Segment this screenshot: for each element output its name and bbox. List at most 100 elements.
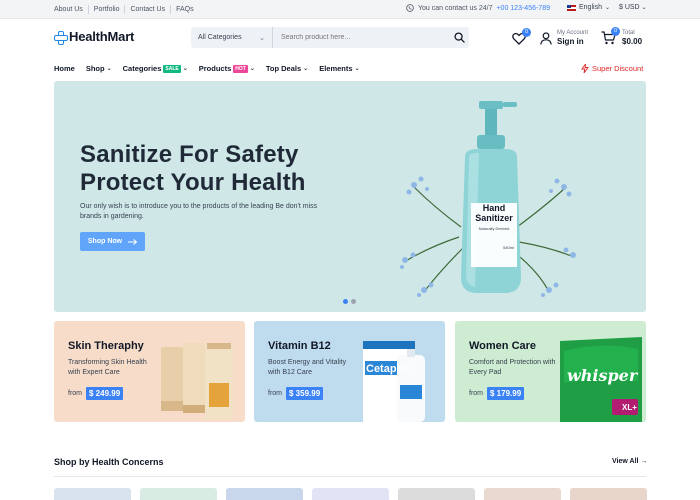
carousel-dot[interactable]: [343, 299, 348, 304]
view-all-link[interactable]: View All →: [612, 458, 647, 465]
sale-tag: SALE: [163, 64, 181, 73]
language-selector[interactable]: English ⌄: [567, 4, 610, 11]
promo-from: from: [68, 390, 82, 397]
currency-label: $ USD: [619, 4, 640, 11]
search-input[interactable]: [273, 34, 449, 41]
chevron-down-icon: ⌄: [182, 66, 188, 72]
search-bar: All Categories ⌄: [191, 27, 469, 48]
shop-now-label: Shop Now: [87, 238, 123, 245]
carousel-dots: [343, 299, 356, 304]
section-divider: [54, 476, 646, 477]
bottle-label-line3: Naturally Derived: [478, 226, 510, 231]
wishlist-count-badge: 0: [522, 28, 531, 37]
hero-title-line2: Protect Your Health: [80, 169, 306, 196]
top-link-portfolio[interactable]: Portfolio: [89, 5, 126, 14]
concern-thumbnail[interactable]: [570, 488, 647, 500]
nav-label: Shop: [85, 64, 105, 73]
arrow-right-icon: →: [640, 458, 648, 465]
top-links: About Us Portfolio Contact Us FAQs: [54, 5, 199, 14]
promo-from: from: [268, 390, 282, 397]
bottle-label-line2: Sanitizer: [475, 213, 513, 223]
hero-text: Our only wish is to introduce you to the…: [80, 203, 318, 220]
sign-in-link[interactable]: Sign in: [557, 37, 588, 47]
cart-count-badge: 0: [611, 27, 620, 36]
section-title: Shop by Health Concerns: [54, 457, 164, 467]
concern-thumbnail[interactable]: [312, 488, 389, 500]
hero-title: Sanitize For Safety Protect Your Health: [80, 141, 306, 197]
logo[interactable]: HealthMart: [54, 29, 135, 45]
chevron-down-icon: ⌄: [259, 34, 265, 42]
concern-thumbnail[interactable]: [226, 488, 303, 500]
super-discount-label: Super Discount: [592, 64, 644, 73]
nav-item-categories[interactable]: Categories SALE ⌄: [123, 64, 188, 73]
cart-total-label: Total: [622, 30, 635, 36]
bottle-label-line1: Hand: [482, 203, 506, 213]
us-flag-icon: [567, 4, 576, 11]
nav-label: Categories: [122, 64, 162, 73]
nav-item-top-deals[interactable]: Top Deals ⌄: [266, 64, 308, 73]
logo-text: HealthMart: [69, 29, 135, 44]
concern-thumbnail[interactable]: [54, 488, 131, 500]
cart-total-value: $0.00: [622, 37, 643, 46]
contact-info: You can contact us 24/7 +00 123-456-789: [406, 4, 550, 12]
concern-thumbnail[interactable]: [398, 488, 475, 500]
promo-card-women[interactable]: Women Care Comfort and Protection with E…: [455, 321, 646, 422]
search-category-label: All Categories: [198, 34, 242, 41]
promo-from: from: [469, 390, 483, 397]
chevron-down-icon: ⌄: [354, 66, 360, 72]
account-link[interactable]: My Account Sign in: [540, 29, 588, 47]
bottle-label: Hand Sanitizer Naturally Derived 540ml: [471, 203, 517, 250]
promo-price: $ 179.99: [487, 387, 525, 400]
chevron-down-icon: ⌄: [303, 66, 309, 72]
promo-card-vitamin[interactable]: Vitamin B12 Boost Energy and Vitality wi…: [254, 321, 445, 422]
hero-title-line1: Sanitize For Safety: [80, 141, 299, 168]
promo-title: Skin Theraphy: [68, 340, 144, 352]
promo-title: Vitamin B12: [268, 340, 331, 352]
top-link-contact[interactable]: Contact Us: [125, 5, 172, 14]
chevron-down-icon: ⌄: [641, 5, 647, 11]
skin-cream-products-image: [161, 343, 233, 419]
hand-sanitizer-bottle-image: [400, 101, 576, 297]
promo-desc: Boost Energy and Vitality with B12 Care: [268, 359, 347, 376]
carousel-dot[interactable]: [351, 299, 356, 304]
arrow-right-icon: [128, 238, 138, 245]
account-label: My Account: [557, 30, 589, 36]
nav-label: Top Deals: [265, 64, 302, 73]
nav-item-elements[interactable]: Elements ⌄: [319, 64, 359, 73]
hero-banner: Sanitize For Safety Protect Your Health …: [54, 81, 646, 312]
cross-logo-icon: [54, 30, 68, 45]
promo-price-row: from $ 179.99: [469, 387, 525, 400]
shop-now-button[interactable]: Shop Now: [80, 232, 145, 251]
language-label: English: [579, 4, 602, 11]
nav-item-home[interactable]: Home: [54, 64, 75, 73]
hot-tag: HOT: [233, 64, 248, 73]
nav-item-products[interactable]: Products HOT ⌄: [199, 64, 255, 73]
phone-number[interactable]: +00 123-456-789: [496, 5, 550, 12]
super-discount-link[interactable]: Super Discount: [581, 64, 643, 73]
pack-size-label: XL+: [622, 403, 637, 412]
chevron-down-icon: ⌄: [106, 66, 112, 72]
bottle-volume: 540ml: [503, 245, 514, 250]
user-icon: [540, 31, 552, 45]
currency-selector[interactable]: $ USD ⌄: [619, 4, 647, 11]
concern-thumbnail[interactable]: [484, 488, 561, 500]
promo-desc: Comfort and Protection with Every Pad: [469, 359, 556, 376]
cart-button[interactable]: 0 Total $0.00: [601, 27, 643, 47]
promo-price-row: from $ 249.99: [68, 387, 124, 400]
promo-desc: Transforming Skin Health with Expert Car…: [68, 359, 147, 376]
nav-label: Home: [54, 64, 75, 73]
promo-price: $ 359.99: [286, 387, 324, 400]
top-bar: About Us Portfolio Contact Us FAQs You c…: [0, 0, 700, 19]
search-button[interactable]: [449, 32, 469, 43]
top-link-faqs[interactable]: FAQs: [171, 5, 199, 14]
promo-card-skin[interactable]: Skin Theraphy Transforming Skin Health w…: [54, 321, 245, 422]
main-nav: Home Shop ⌄ Categories SALE ⌄ Products H…: [54, 64, 371, 73]
nav-label: Products: [198, 64, 232, 73]
search-category-select[interactable]: All Categories ⌄: [191, 27, 273, 48]
top-link-about[interactable]: About Us: [54, 5, 89, 14]
phone-icon: [406, 4, 414, 12]
wishlist-button[interactable]: 0: [512, 28, 531, 46]
nav-label: Elements: [319, 64, 353, 73]
concern-thumbnail[interactable]: [140, 488, 217, 500]
nav-item-shop[interactable]: Shop ⌄: [86, 64, 112, 73]
